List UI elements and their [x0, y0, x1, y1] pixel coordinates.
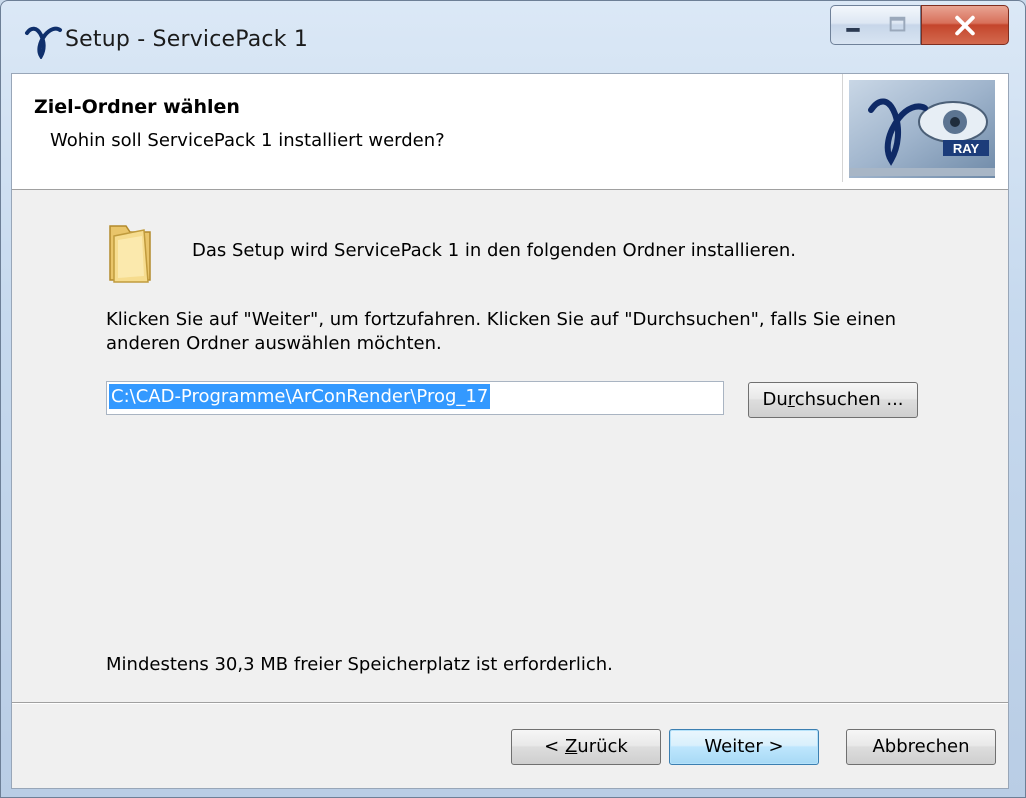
wizard-client-area: Ziel-Ordner wählen Wohin soll ServicePac… — [11, 73, 1009, 789]
title-bar[interactable]: Setup - ServicePack 1 — [1, 1, 1025, 73]
back-button[interactable]: < Zurück — [511, 729, 661, 765]
logo-text: RAY — [953, 141, 980, 156]
browse-label-post: chsuchen ... — [794, 389, 904, 410]
close-button[interactable] — [921, 5, 1009, 45]
back-label-post: urück — [577, 736, 628, 757]
install-path-input[interactable]: C:\CAD-Programme\ArConRender\Prog_17 — [106, 381, 724, 415]
page-title: Ziel-Ordner wählen — [34, 96, 240, 118]
browse-button[interactable]: Durchsuchen ... — [748, 382, 918, 418]
next-button[interactable]: Weiter > — [669, 729, 819, 765]
window-title: Setup - ServicePack 1 — [65, 27, 309, 52]
setup-window: Setup - ServicePack 1 Ziel-Ordner wählen… — [0, 0, 1026, 798]
folder-icon — [109, 225, 151, 283]
minimize-button[interactable] — [830, 5, 876, 45]
cancel-button[interactable]: Abbrechen — [846, 729, 996, 765]
xray-banner-logo: RAY — [842, 74, 995, 182]
intro-text: Das Setup wird ServicePack 1 in den folg… — [192, 240, 796, 261]
wizard-header: Ziel-Ordner wählen Wohin soll ServicePac… — [12, 74, 1008, 190]
footer-separator — [12, 702, 1008, 704]
close-icon — [955, 15, 975, 36]
maximize-icon — [889, 16, 906, 32]
install-path-value: C:\CAD-Programme\ArConRender\Prog_17 — [109, 384, 491, 409]
browse-label-pre: Du — [762, 389, 788, 410]
maximize-button[interactable] — [875, 5, 921, 45]
browse-label-key: r — [787, 389, 795, 410]
back-label-key: Z — [564, 736, 578, 757]
instructions-text: Klicken Sie auf "Weiter", um fortzufahre… — [106, 309, 897, 354]
page-subtitle: Wohin soll ServicePack 1 installiert wer… — [50, 130, 445, 151]
xray-logo-icon — [25, 26, 62, 59]
back-label-pre: < — [544, 736, 565, 757]
space-required-text: Mindestens 30,3 MB freier Speicherplatz … — [106, 654, 613, 675]
minimize-icon — [846, 27, 860, 32]
